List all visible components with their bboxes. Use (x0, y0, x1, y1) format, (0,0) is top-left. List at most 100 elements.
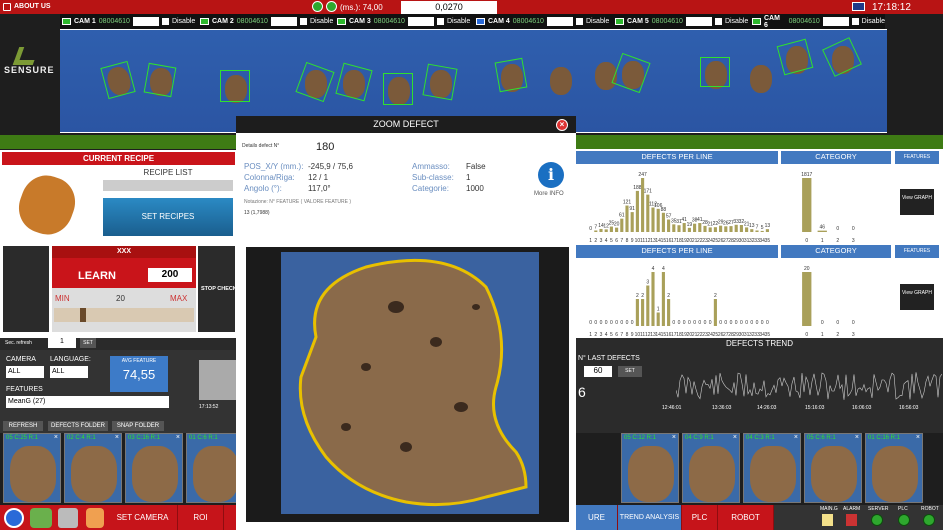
ure-button[interactable]: URE (576, 505, 618, 530)
cam-value-box[interactable] (407, 17, 434, 26)
cam-status-icon (337, 18, 346, 25)
disable-checkbox[interactable] (436, 18, 444, 25)
close-icon[interactable]: × (54, 434, 58, 441)
set-refresh-button[interactable]: SET (80, 338, 96, 348)
tick-label: 35 (765, 238, 771, 244)
bar (802, 272, 812, 326)
sensure-logo: SENSURE (4, 65, 55, 75)
bar (656, 208, 660, 232)
trend-analysis-button[interactable]: TREND ANALYSIS (618, 505, 682, 530)
detection-box[interactable] (383, 73, 413, 105)
cam-value-box[interactable] (822, 17, 849, 26)
defect-thumbnail[interactable]: 04 C:9 R:1 × (682, 433, 740, 503)
language-select[interactable]: ALL (50, 366, 88, 378)
bar (646, 194, 650, 232)
snap-folder-button[interactable]: SNAP FOLDER (112, 421, 164, 431)
settings-icon[interactable] (4, 508, 24, 528)
cam-value-box[interactable] (132, 17, 159, 26)
features-button-2[interactable]: FEATURES (895, 245, 939, 258)
about-us-link[interactable]: ABOUT US (14, 3, 51, 10)
disable-checkbox[interactable] (851, 18, 859, 25)
printer-icon[interactable] (58, 508, 78, 528)
bar (667, 219, 671, 232)
defect-thumbnail[interactable]: 05 C:12 R:1 × (621, 433, 679, 503)
detection-box[interactable] (100, 60, 136, 100)
slider-thumb[interactable] (80, 308, 86, 322)
disable-checkbox[interactable] (161, 18, 169, 25)
set-recipes-button[interactable]: SET RECIPES (103, 198, 233, 236)
defect-thumbnail[interactable]: 05 C:25 R:1 × (3, 433, 61, 503)
uk-flag-icon[interactable] (852, 2, 865, 11)
learn-slider[interactable] (54, 308, 194, 322)
stop-check-button[interactable]: STOP CHECK (201, 286, 237, 292)
touch-icon[interactable] (86, 508, 104, 528)
detection-box[interactable] (220, 70, 250, 102)
refresh-button[interactable]: REFRESH (3, 421, 43, 431)
info-icon[interactable]: i (538, 162, 564, 188)
defect-thumbnail[interactable]: 04 C:3 R:1 × (743, 433, 801, 503)
more-info-label[interactable]: More INFO (534, 191, 564, 197)
plc-button[interactable]: PLC (682, 505, 718, 530)
detection-box[interactable] (822, 37, 862, 77)
defect-thumbnail[interactable]: 02 C:4 R:1 × (64, 433, 122, 503)
cam-value-box[interactable] (270, 17, 297, 26)
categorie-value: 1000 (466, 184, 484, 193)
robot-button[interactable]: ROBOT (718, 505, 774, 530)
close-icon[interactable]: × (115, 434, 119, 441)
close-icon[interactable]: × (855, 434, 859, 441)
bar (760, 230, 764, 232)
bar (729, 226, 733, 232)
disable-checkbox[interactable] (299, 18, 307, 25)
home-icon[interactable] (3, 3, 11, 11)
main-g-icon[interactable] (822, 514, 833, 526)
roi-button[interactable]: ROI (178, 505, 224, 530)
bar-value-label: 0 (683, 320, 686, 326)
close-icon[interactable]: × (733, 434, 737, 441)
defect-thumbnail[interactable]: 05 C:6 R:1 × (804, 433, 862, 503)
bar (646, 285, 650, 326)
disable-checkbox[interactable] (714, 18, 722, 25)
defects-folder-button[interactable]: DEFECTS FOLDER (48, 421, 108, 431)
bar (635, 299, 639, 326)
detection-box[interactable] (700, 57, 730, 87)
camera-select[interactable]: ALL (6, 366, 44, 378)
users-icon[interactable] (30, 508, 52, 528)
close-icon[interactable]: × (916, 434, 920, 441)
close-icon[interactable]: × (672, 434, 676, 441)
close-icon[interactable]: × (794, 434, 798, 441)
close-icon[interactable]: × (556, 119, 568, 131)
detection-box[interactable] (335, 62, 373, 102)
detection-box[interactable] (494, 57, 528, 93)
bar-value-label: 0 (836, 226, 839, 232)
cam-value-box[interactable] (546, 17, 573, 26)
bar-value-label: 61 (619, 213, 625, 219)
detection-box[interactable] (422, 63, 458, 101)
bar (765, 229, 769, 232)
close-icon[interactable]: × (176, 434, 180, 441)
features-button-1[interactable]: FEATURES (895, 151, 939, 164)
cam-value-box[interactable] (685, 17, 712, 26)
alarm-icon[interactable] (846, 514, 857, 526)
detection-box[interactable] (776, 38, 814, 76)
modal-title: ZOOM DEFECT (236, 116, 576, 133)
detection-box[interactable] (295, 61, 335, 103)
view-graph-button-2[interactable]: View GRAPH (900, 284, 934, 310)
recipe-select[interactable] (103, 180, 233, 191)
refresh-input[interactable]: 1 (48, 338, 76, 348)
trend-line (676, 372, 942, 400)
last-defects-set-button[interactable]: SET (618, 366, 642, 377)
detection-box[interactable] (611, 52, 651, 94)
learn-value-input[interactable]: 200 (148, 268, 192, 282)
last-defects-input[interactable]: 60 (584, 366, 612, 377)
bar-value-label: 0 (852, 226, 855, 232)
features-select[interactable]: MeanG (27) (6, 396, 169, 408)
disable-checkbox[interactable] (575, 18, 583, 25)
detection-box[interactable] (143, 62, 177, 98)
defect-thumbnail[interactable]: 01 C:16 R:1 × (865, 433, 923, 503)
set-camera-button[interactable]: SET CAMERA (108, 505, 178, 530)
filter-panel: Sec. refresh 1 SET CAMERA ALL LANGUAGE: … (0, 338, 237, 433)
language-label: LANGUAGE: (50, 356, 91, 363)
defect-thumbnail[interactable]: 03 C:16 R:1 × (125, 433, 183, 503)
bar (693, 223, 697, 232)
view-graph-button-1[interactable]: View GRAPH (900, 189, 934, 215)
